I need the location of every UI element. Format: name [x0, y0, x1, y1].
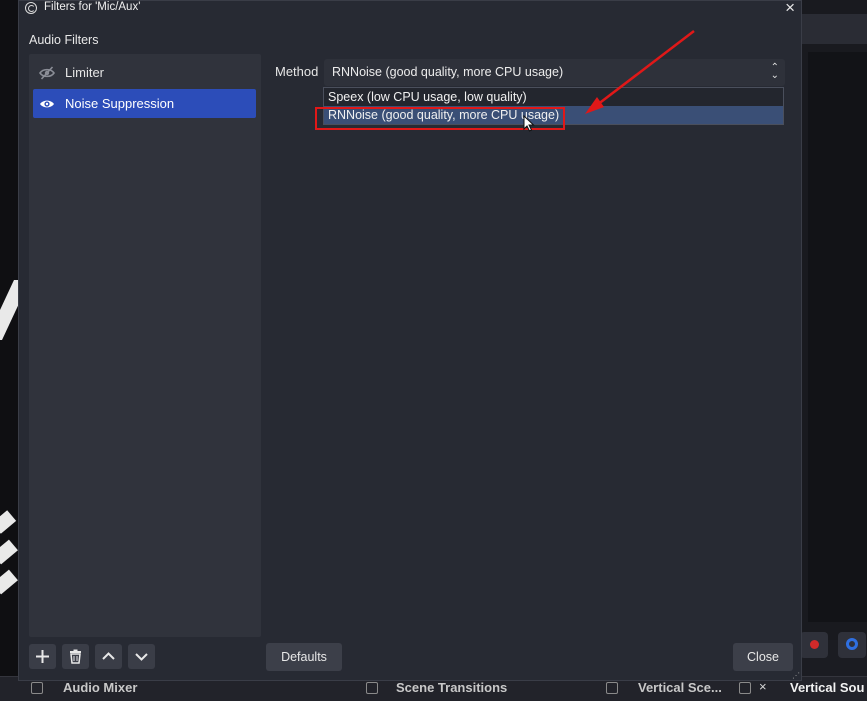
ring-icon — [846, 638, 858, 650]
virtual-cam-button[interactable] — [838, 632, 866, 658]
dock-float-icon[interactable] — [606, 682, 618, 694]
remove-filter-button[interactable] — [62, 644, 89, 669]
dock-float-icon[interactable] — [31, 682, 43, 694]
method-selected-value: RNNoise (good quality, more CPU usage) — [332, 65, 564, 79]
filters-dialog: Filters for 'Mic/Aux' × Audio Filters Li… — [18, 0, 802, 681]
dock-float-icon[interactable] — [739, 682, 751, 694]
dropdown-option-speex[interactable]: Speex (low CPU usage, low quality) — [324, 88, 783, 106]
record-button[interactable] — [800, 632, 828, 658]
move-up-button[interactable] — [95, 644, 122, 669]
window-close-button[interactable]: × — [785, 0, 795, 18]
method-label: Method — [275, 64, 319, 79]
background-controls — [800, 632, 867, 660]
move-down-icon — [135, 653, 148, 661]
add-filter-button[interactable] — [29, 644, 56, 669]
dock-title-vertical-scenes: Vertical Sce... — [638, 680, 722, 695]
filter-item-label: Limiter — [65, 65, 105, 80]
updown-chevron-icon: ⌃ ⌄ — [770, 62, 779, 81]
dock-close-icon[interactable]: × — [759, 679, 767, 694]
dock-title-scene-transitions: Scene Transitions — [396, 680, 508, 695]
dock-title-vertical-sources: Vertical Sou — [790, 680, 865, 695]
title-bar: Filters for 'Mic/Aux' × — [19, 0, 801, 18]
background-topbar — [802, 14, 867, 44]
dock-float-icon[interactable] — [366, 682, 378, 694]
mouse-cursor-icon — [523, 115, 535, 132]
background-right-panel — [802, 0, 867, 640]
defaults-button[interactable]: Defaults — [266, 643, 342, 671]
filter-item-label: Noise Suppression — [65, 96, 175, 111]
filter-item-noise-suppression[interactable]: Noise Suppression — [33, 89, 256, 118]
filter-list: Limiter Noise Suppression — [29, 54, 261, 637]
audio-filters-label: Audio Filters — [29, 33, 99, 47]
background-canvas-left — [0, 0, 30, 700]
resize-grip-icon[interactable]: ⋰ — [792, 671, 800, 680]
method-select[interactable]: RNNoise (good quality, more CPU usage) ⌃… — [324, 59, 785, 86]
add-icon — [36, 650, 49, 663]
dock-title-audio-mixer: Audio Mixer — [63, 680, 138, 695]
close-button[interactable]: Close — [733, 643, 793, 671]
background-preview-panel — [808, 52, 867, 622]
move-up-icon — [102, 652, 115, 660]
obs-logo-icon — [25, 2, 37, 14]
eye-icon[interactable] — [39, 96, 55, 112]
record-dot-icon — [810, 640, 819, 649]
eye-hidden-icon[interactable] — [39, 65, 55, 81]
filter-item-limiter[interactable]: Limiter — [33, 58, 256, 87]
window-title: Filters for 'Mic/Aux' — [44, 1, 141, 13]
trash-icon — [70, 649, 81, 664]
move-down-button[interactable] — [128, 644, 155, 669]
